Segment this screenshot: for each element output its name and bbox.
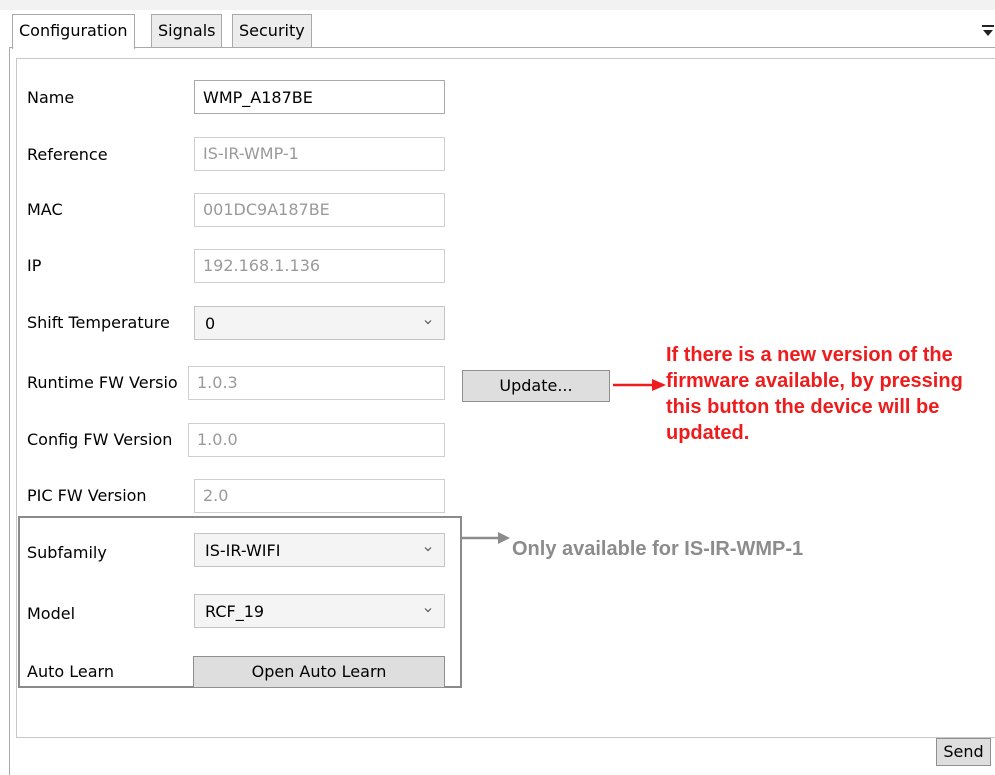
model-select[interactable]: RCF_19: [194, 594, 445, 628]
shift-temperature-value: 0: [205, 314, 216, 333]
open-auto-learn-button[interactable]: Open Auto Learn: [193, 656, 445, 688]
overflow-menu-icon[interactable]: [982, 24, 994, 38]
subfamily-select[interactable]: IS-IR-WIFI: [194, 533, 445, 567]
tab-security[interactable]: Security: [232, 14, 312, 48]
model-value: RCF_19: [205, 602, 265, 621]
ip-label: IP: [27, 256, 42, 275]
config-fw-field: 1.0.0: [188, 423, 445, 457]
shift-temperature-select[interactable]: 0: [194, 306, 445, 340]
mac-field: 001DC9A187BE: [194, 193, 445, 227]
arrow-right-icon: [462, 532, 510, 544]
tab-configuration[interactable]: Configuration: [12, 14, 135, 49]
reference-label: Reference: [27, 145, 108, 164]
runtime-fw-field: 1.0.3: [188, 366, 445, 400]
auto-learn-label: Auto Learn: [27, 662, 114, 681]
name-label: Name: [27, 88, 75, 107]
arrow-right-icon: [613, 379, 666, 391]
pic-fw-field: 2.0: [194, 479, 445, 513]
group-annotation: Only available for IS-IR-WMP-1: [512, 538, 804, 560]
chevron-down-icon: [424, 608, 432, 613]
model-label: Model: [27, 604, 76, 623]
tab-signals[interactable]: Signals: [151, 14, 223, 48]
pic-fw-label: PIC FW Version: [27, 486, 147, 505]
name-input[interactable]: [194, 80, 445, 114]
send-button[interactable]: Send: [936, 738, 991, 766]
subfamily-label: Subfamily: [27, 543, 107, 562]
mac-label: MAC: [27, 200, 63, 219]
shift-temperature-label: Shift Temperature: [27, 313, 170, 332]
runtime-fw-label: Runtime FW Versio: [27, 373, 178, 392]
reference-field: IS-IR-WMP-1: [194, 137, 445, 171]
update-annotation: If there is a new version of the firmwar…: [666, 344, 963, 444]
config-fw-label: Config FW Version: [27, 430, 173, 449]
chevron-down-icon: [424, 547, 432, 552]
ip-field: 192.168.1.136: [194, 249, 445, 283]
chevron-down-icon: [424, 320, 432, 325]
title-strip: [0, 0, 995, 10]
subfamily-value: IS-IR-WIFI: [205, 541, 281, 560]
update-button[interactable]: Update...: [462, 370, 610, 402]
